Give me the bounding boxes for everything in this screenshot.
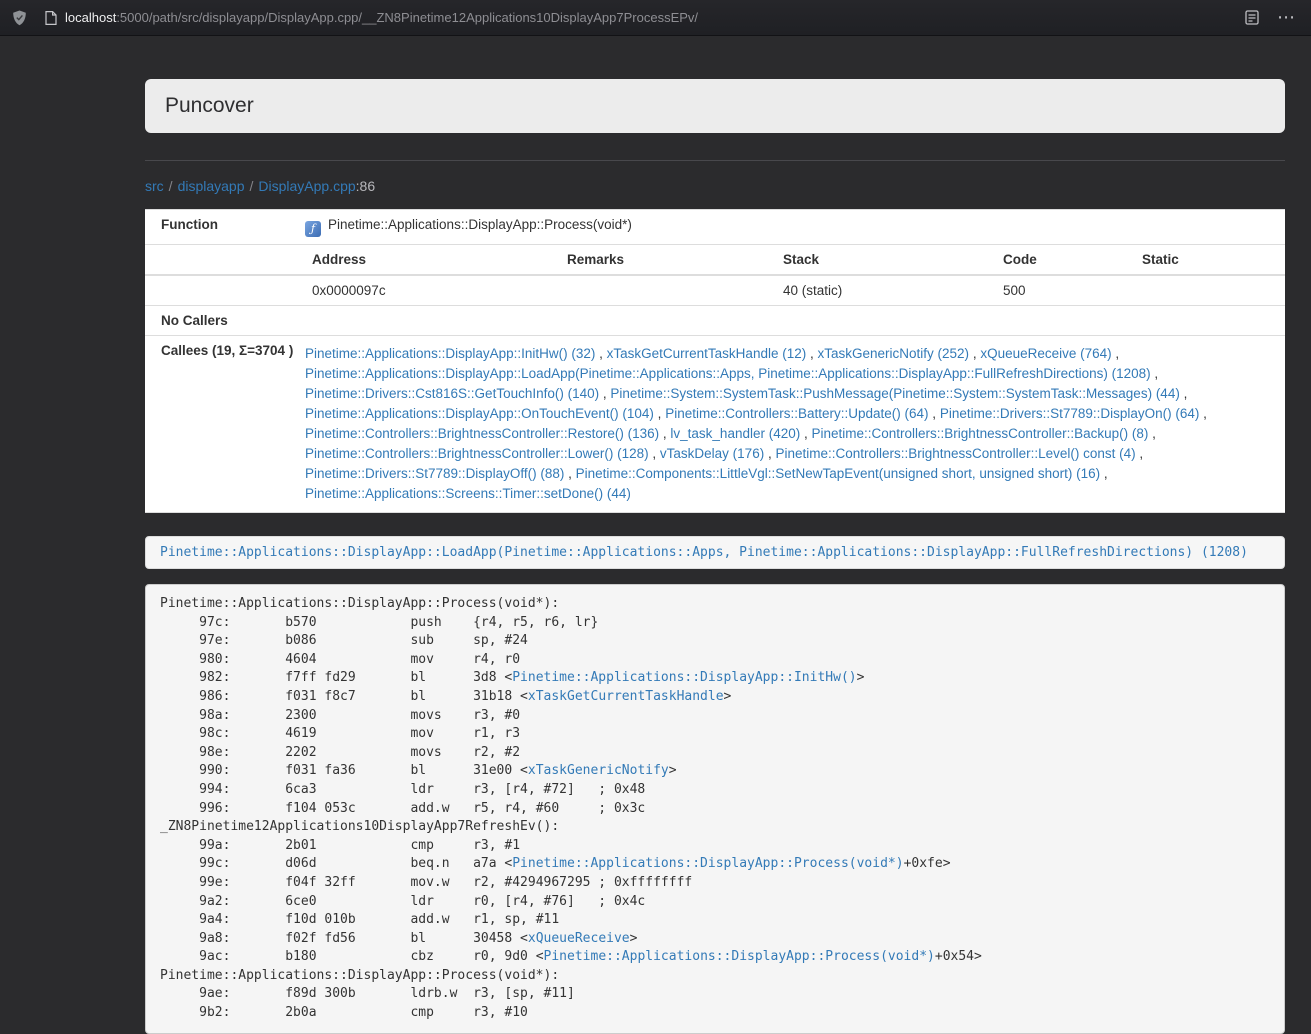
- callee-link[interactable]: Pinetime::Applications::DisplayApp::OnTo…: [305, 406, 654, 421]
- disassembly-symbol-link[interactable]: xQueueReceive: [528, 931, 630, 946]
- static-value: [1127, 276, 1285, 305]
- function-row: Function ƒ Pinetime::Applications::Displa…: [145, 210, 1285, 245]
- callee-link[interactable]: Pinetime::Drivers::St7789::DisplayOn() (…: [940, 406, 1200, 421]
- stats-header-spacer: [145, 245, 297, 274]
- function-symbol-name: Pinetime::Applications::DisplayApp::Proc…: [328, 217, 632, 232]
- menu-icon[interactable]: ⋯: [1273, 7, 1299, 29]
- disassembly-symbol-link[interactable]: xTaskGenericNotify: [528, 763, 669, 778]
- breadcrumb-separator: /: [164, 178, 178, 194]
- breadcrumb-separator: /: [245, 178, 259, 194]
- callee-link[interactable]: Pinetime::Applications::Screens::Timer::…: [305, 486, 631, 501]
- highlighted-symbol-link[interactable]: Pinetime::Applications::DisplayApp::Load…: [160, 545, 1248, 560]
- disassembly-symbol-link[interactable]: Pinetime::Applications::DisplayApp::Init…: [512, 670, 856, 685]
- callees-row: Callees (19, Σ=3704 ) Pinetime::Applicat…: [145, 336, 1285, 513]
- breadcrumb-link-displayapp[interactable]: displayapp: [178, 178, 245, 194]
- callee-link[interactable]: Pinetime::System::SystemTask::PushMessag…: [610, 386, 1179, 401]
- callee-link[interactable]: Pinetime::Controllers::BrightnessControl…: [305, 446, 649, 461]
- callee-link[interactable]: Pinetime::Controllers::Battery::Update()…: [665, 406, 928, 421]
- address-bar[interactable]: localhost:5000/path/src/displayapp/Displ…: [33, 10, 1233, 25]
- disassembly-symbol-link[interactable]: xTaskGetCurrentTaskHandle: [528, 689, 724, 704]
- callee-link[interactable]: Pinetime::Controllers::BrightnessControl…: [305, 426, 659, 441]
- page-title: Puncover: [165, 94, 1265, 118]
- page-icon: [45, 11, 57, 25]
- browser-toolbar: localhost:5000/path/src/displayapp/Displ…: [0, 0, 1311, 36]
- remarks-value: [552, 276, 768, 305]
- col-header-static: Static: [1127, 245, 1285, 274]
- callee-link[interactable]: Pinetime::Applications::DisplayApp::Load…: [305, 366, 1151, 381]
- callee-link[interactable]: lv_task_handler (420): [670, 426, 800, 441]
- symbol-table: Function ƒPinetime::Applications::Displa…: [145, 209, 1285, 513]
- function-icon: ƒ: [305, 221, 321, 237]
- url-host: localhost: [65, 10, 116, 25]
- no-callers-row: No Callers: [145, 306, 1285, 336]
- function-label: Function: [145, 210, 297, 244]
- col-header-remarks: Remarks: [552, 245, 768, 274]
- highlighted-symbol-panel: Pinetime::Applications::DisplayApp::Load…: [145, 536, 1285, 569]
- shield-icon[interactable]: [12, 10, 27, 26]
- disassembly-symbol-link[interactable]: Pinetime::Applications::DisplayApp::Proc…: [512, 856, 903, 871]
- reader-mode-icon[interactable]: [1245, 10, 1259, 25]
- breadcrumb-link-src[interactable]: src: [145, 178, 164, 194]
- divider: [145, 160, 1285, 161]
- callees-label: Callees (19, Σ=3704 ): [145, 336, 297, 512]
- callee-link[interactable]: Pinetime::Drivers::Cst816S::GetTouchInfo…: [305, 386, 599, 401]
- no-callers-label: No Callers: [145, 306, 297, 335]
- callee-link[interactable]: Pinetime::Components::LittleVgl::SetNewT…: [576, 466, 1101, 481]
- callee-link[interactable]: vTaskDelay (176): [660, 446, 764, 461]
- callee-link[interactable]: xQueueReceive (764): [980, 346, 1111, 361]
- function-symbol-cell: ƒ Pinetime::Applications::DisplayApp::Pro…: [297, 210, 1285, 244]
- col-header-address: Address: [297, 245, 552, 274]
- callee-link[interactable]: Pinetime::Controllers::BrightnessControl…: [775, 446, 1135, 461]
- stats-data-spacer: [145, 276, 297, 305]
- col-header-stack: Stack: [768, 245, 988, 274]
- breadcrumb: src/displayapp/DisplayApp.cpp:86: [145, 178, 1285, 194]
- breadcrumb-link-file[interactable]: DisplayApp.cpp: [258, 178, 355, 194]
- no-callers-cell: [297, 306, 1285, 335]
- function-icon-glyph: ƒ: [311, 222, 315, 235]
- callee-link[interactable]: Pinetime::Drivers::St7789::DisplayOff() …: [305, 466, 564, 481]
- url-path: :5000/path/src/displayapp/DisplayApp.cpp…: [116, 10, 698, 25]
- callee-link[interactable]: Pinetime::Applications::DisplayApp::Init…: [305, 346, 595, 361]
- callees-list: Pinetime::Applications::DisplayApp::Init…: [297, 336, 1285, 512]
- code-value: 500: [988, 276, 1127, 305]
- header-panel: Puncover: [145, 79, 1285, 133]
- stack-value: 40 (static): [768, 276, 988, 305]
- callee-link[interactable]: xTaskGetCurrentTaskHandle (12): [607, 346, 807, 361]
- col-header-code: Code: [988, 245, 1127, 274]
- stats-header-row: Address Remarks Stack Code Static: [145, 245, 1285, 276]
- callee-link[interactable]: Pinetime::Controllers::BrightnessControl…: [812, 426, 1149, 441]
- page-content: Puncover src/displayapp/DisplayApp.cpp:8…: [0, 79, 1311, 1034]
- stats-data-row: 0x0000097c 40 (static) 500: [145, 276, 1285, 306]
- disassembly-code: Pinetime::Applications::DisplayApp::Proc…: [145, 584, 1285, 1034]
- url-text[interactable]: localhost:5000/path/src/displayapp/Displ…: [65, 10, 698, 25]
- disassembly-symbol-link[interactable]: Pinetime::Applications::DisplayApp::Proc…: [544, 949, 935, 964]
- callee-link[interactable]: xTaskGenericNotify (252): [818, 346, 970, 361]
- address-value: 0x0000097c: [297, 276, 552, 305]
- breadcrumb-line-number: :86: [356, 178, 375, 194]
